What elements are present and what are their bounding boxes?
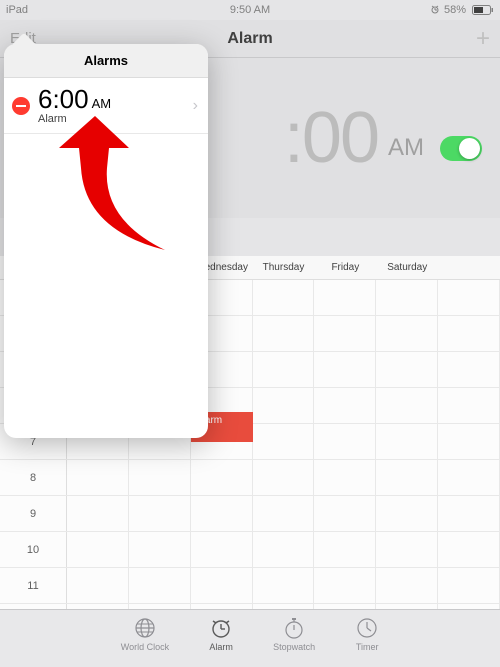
- tab-label: World Clock: [121, 642, 169, 652]
- delete-alarm-icon[interactable]: [12, 97, 30, 115]
- alarm-label: Alarm: [38, 113, 193, 125]
- popover-title: Alarms: [4, 44, 208, 78]
- alarm-time: 6:00AM: [38, 86, 193, 112]
- alarm-row[interactable]: 6:00AM Alarm ›: [4, 78, 208, 134]
- main-time-display: :00: [284, 97, 378, 179]
- tab-label: Alarm: [209, 642, 233, 652]
- battery-icon: [470, 5, 494, 15]
- main-ampm: AM: [388, 134, 424, 162]
- add-alarm-button[interactable]: +: [476, 27, 490, 51]
- tab-label: Timer: [356, 642, 379, 652]
- alarm-clock-icon: [209, 616, 233, 640]
- chevron-right-icon: ›: [193, 97, 198, 115]
- status-time: 9:50 AM: [230, 4, 270, 16]
- globe-icon: [133, 616, 157, 640]
- tab-world-clock[interactable]: World Clock: [121, 616, 169, 667]
- timer-icon: [355, 616, 379, 640]
- alarms-popover: Alarms 6:00AM Alarm ›: [4, 44, 208, 438]
- day-header: Saturday: [376, 256, 438, 279]
- page-title: Alarm: [227, 30, 272, 48]
- tab-alarm[interactable]: Alarm: [209, 616, 233, 667]
- tab-stopwatch[interactable]: Stopwatch: [273, 616, 315, 667]
- day-header: Friday: [314, 256, 376, 279]
- device-label: iPad: [6, 4, 28, 16]
- day-header: Thursday: [253, 256, 315, 279]
- stopwatch-icon: [282, 616, 306, 640]
- alarm-status-icon: [430, 4, 440, 17]
- tab-timer[interactable]: Timer: [355, 616, 379, 667]
- battery-percent: 58%: [444, 4, 466, 16]
- tab-label: Stopwatch: [273, 642, 315, 652]
- alarm-toggle[interactable]: [440, 136, 482, 161]
